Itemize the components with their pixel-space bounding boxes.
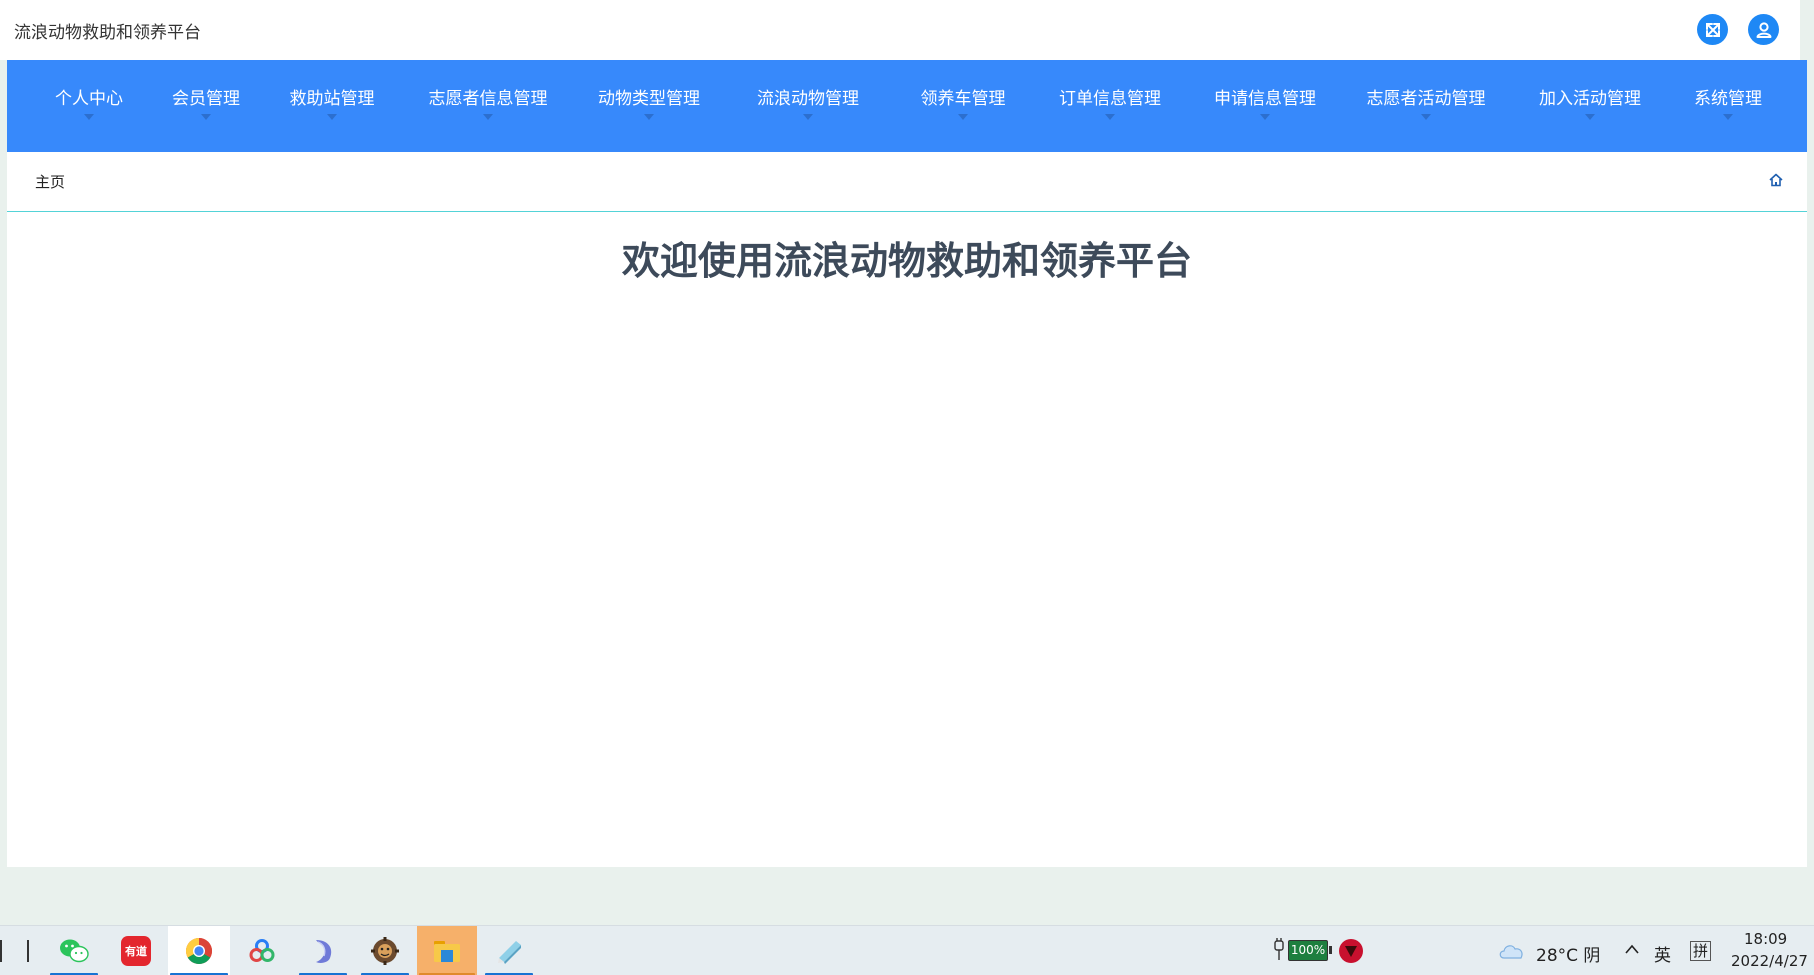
nav-item-volunteer-info[interactable]: 志愿者信息管理 [413, 60, 563, 152]
gear-app-icon [371, 937, 399, 965]
nav-item-animal-type[interactable]: 动物类型管理 [584, 60, 714, 152]
caret-down-icon [803, 114, 813, 120]
breadcrumb: 主页 [7, 152, 1807, 212]
welcome-heading: 欢迎使用流浪动物救助和领养平台 [621, 239, 1192, 283]
nav-item-label: 动物类型管理 [598, 89, 700, 109]
nav-item-label: 会员管理 [172, 89, 240, 109]
nav-item-label: 救助站管理 [289, 89, 375, 109]
wechat-icon [60, 939, 89, 963]
nav-item-join-activity[interactable]: 加入活动管理 [1525, 60, 1655, 152]
taskbar: 有道 100% 28°C 阴 英 拼 18:09 2022/4/27 [0, 925, 1814, 975]
power-plug-icon[interactable] [1272, 938, 1286, 962]
baidu-netdisk-icon [249, 939, 275, 962]
taskbar-app-dolphin[interactable] [297, 926, 349, 975]
file-explorer-icon [434, 941, 460, 962]
caret-down-icon [483, 114, 493, 120]
chevron-up-icon[interactable] [1624, 943, 1640, 955]
taskbar-app-chrome[interactable] [168, 926, 230, 975]
nav-item-label: 志愿者活动管理 [1366, 89, 1486, 109]
breadcrumb-home[interactable]: 主页 [35, 171, 65, 192]
taskbar-edge [0, 940, 2, 962]
nav-item-label: 流浪动物管理 [757, 89, 859, 109]
nav-item-label: 订单信息管理 [1059, 89, 1161, 109]
ime-language[interactable]: 英 [1654, 941, 1671, 966]
caret-down-icon [1260, 114, 1270, 120]
nav-item-order-info[interactable]: 订单信息管理 [1045, 60, 1175, 152]
nav-item-label: 志愿者信息管理 [428, 89, 548, 109]
main-content: 欢迎使用流浪动物救助和领养平台 [7, 212, 1807, 867]
taskbar-app-notepad[interactable] [483, 926, 535, 975]
nav-item-label: 领养车管理 [920, 89, 1006, 109]
caret-down-icon [1105, 114, 1115, 120]
nav-item-label: 加入活动管理 [1539, 89, 1641, 109]
ime-mode[interactable]: 拼 [1690, 941, 1712, 961]
main-nav: 个人中心 会员管理 救助站管理 志愿者信息管理 动物类型管理 流浪动物管理 领养… [7, 60, 1807, 152]
nav-item-rescue-station[interactable]: 救助站管理 [277, 60, 387, 152]
nav-item-label: 系统管理 [1694, 89, 1762, 109]
caret-down-icon [327, 114, 337, 120]
caret-down-icon [1723, 114, 1733, 120]
nav-item-adoption-vehicle[interactable]: 领养车管理 [903, 60, 1023, 152]
taskbar-divider [27, 940, 29, 962]
nav-item-system-management[interactable]: 系统管理 [1678, 60, 1778, 152]
taskbar-app-baidu-netdisk[interactable] [236, 926, 288, 975]
dolphin-icon [316, 940, 332, 963]
app-title: 流浪动物救助和领养平台 [14, 23, 201, 43]
fullscreen-icon [1705, 22, 1720, 37]
notepad-icon [498, 941, 521, 964]
youdao-label: 有道 [125, 945, 147, 958]
caret-down-icon [644, 114, 654, 120]
caret-down-icon [958, 114, 968, 120]
caret-down-icon [84, 114, 94, 120]
caret-down-icon [201, 114, 211, 120]
youdao-icon: 有道 [121, 936, 151, 966]
nav-item-label: 申请信息管理 [1214, 89, 1316, 109]
nav-item-application-info[interactable]: 申请信息管理 [1200, 60, 1330, 152]
cloudy-weather-icon[interactable] [1498, 940, 1526, 960]
nav-item-label: 个人中心 [55, 89, 123, 109]
taskbar-app-file-explorer[interactable] [417, 926, 477, 975]
battery-indicator[interactable]: 100% [1288, 940, 1332, 961]
taskbar-app-gear[interactable] [359, 926, 411, 975]
clock-date[interactable]: 2022/4/27 [1731, 952, 1808, 970]
security-app-icon[interactable] [1338, 938, 1364, 964]
home-icon[interactable] [1768, 172, 1784, 188]
caret-down-icon [1585, 114, 1595, 120]
taskbar-app-youdao[interactable]: 有道 [110, 926, 162, 975]
chrome-icon [185, 938, 213, 965]
nav-item-volunteer-activity[interactable]: 志愿者活动管理 [1351, 60, 1501, 152]
taskbar-app-wechat[interactable] [48, 926, 100, 975]
clock-time[interactable]: 18:09 [1744, 930, 1787, 948]
user-button[interactable] [1748, 14, 1779, 45]
screen: 流浪动物救助和领养平台 个人中心 会员管理 救助站管理 志愿者信息管理 动物类型… [0, 0, 1814, 975]
nav-item-member-management[interactable]: 会员管理 [157, 60, 255, 152]
weather-text[interactable]: 28°C 阴 [1536, 941, 1600, 966]
nav-item-personal-center[interactable]: 个人中心 [40, 60, 138, 152]
top-header: 流浪动物救助和领养平台 [0, 0, 1800, 60]
user-icon [1756, 21, 1771, 38]
fullscreen-button[interactable] [1697, 14, 1728, 45]
nav-item-stray-animal[interactable]: 流浪动物管理 [743, 60, 873, 152]
caret-down-icon [1421, 114, 1431, 120]
